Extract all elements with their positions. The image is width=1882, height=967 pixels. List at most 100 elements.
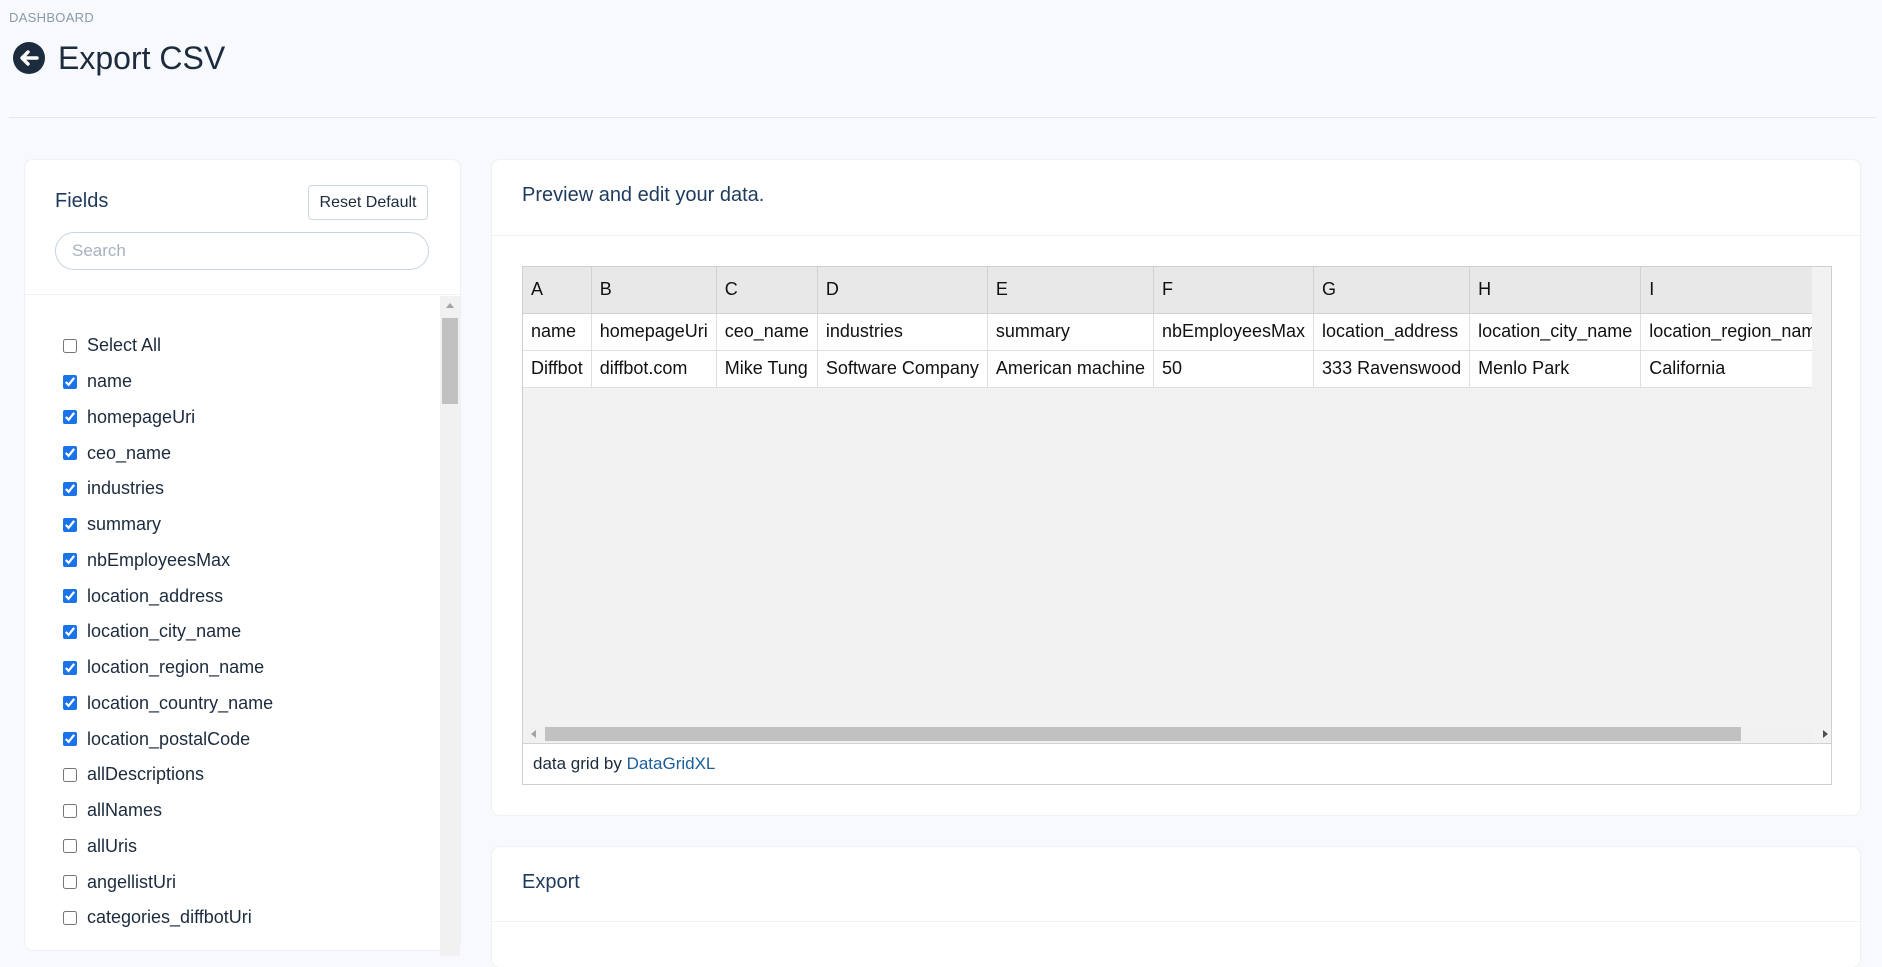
grid-cell[interactable]: California — [1640, 350, 1812, 388]
column-header[interactable]: H — [1469, 267, 1642, 314]
column-header[interactable]: F — [1153, 267, 1315, 314]
field-checkbox[interactable] — [63, 660, 77, 675]
field-checkbox[interactable] — [63, 481, 77, 496]
scrollbar-thumb[interactable] — [442, 318, 458, 404]
field-item[interactable]: location_postalCode — [62, 721, 442, 757]
fields-divider — [25, 294, 460, 295]
grid-cell[interactable]: location_region_name — [1640, 313, 1812, 351]
select-all-item[interactable]: Select All — [62, 328, 442, 364]
grid-viewport: ABCDEFGHIJ namehomepageUriceo_nameindust… — [523, 267, 1812, 725]
field-checkbox[interactable] — [63, 767, 77, 782]
field-label: ceo_name — [87, 442, 172, 463]
search-input[interactable] — [55, 232, 429, 270]
field-item[interactable]: allUris — [62, 829, 442, 865]
field-checkbox[interactable] — [63, 517, 77, 532]
field-label: homepageUri — [87, 406, 196, 427]
field-checkbox[interactable] — [63, 624, 77, 639]
page-title: Export CSV — [58, 40, 226, 76]
datagridxl-link[interactable]: DataGridXL — [627, 754, 716, 773]
grid-horizontal-scrollbar[interactable] — [523, 725, 1828, 743]
field-label: categories_diffbotUri — [87, 907, 252, 928]
field-item[interactable]: location_address — [62, 578, 442, 614]
field-checkbox[interactable] — [63, 446, 77, 461]
field-checkbox[interactable] — [63, 839, 77, 854]
field-checkbox[interactable] — [63, 553, 77, 568]
export-divider — [492, 921, 1860, 922]
select-all-checkbox[interactable] — [63, 338, 77, 353]
grid-cell[interactable]: American machine — [987, 350, 1154, 388]
field-item[interactable]: industries — [62, 471, 442, 507]
field-item[interactable]: categories_diffbotUri — [62, 900, 442, 936]
header-divider — [9, 117, 1876, 118]
field-item[interactable]: ceo_name — [62, 435, 442, 471]
column-header[interactable]: I — [1640, 267, 1812, 314]
scroll-left-icon[interactable] — [531, 730, 536, 738]
field-item[interactable]: angellistUri — [62, 864, 442, 900]
column-header[interactable]: C — [716, 267, 818, 314]
scroll-right-icon[interactable] — [1823, 730, 1828, 738]
grid-cell[interactable]: location_city_name — [1469, 313, 1642, 351]
field-label: location_city_name — [87, 621, 242, 642]
breadcrumb[interactable]: DASHBOARD — [9, 10, 94, 25]
field-item[interactable]: allDescriptions — [62, 757, 442, 793]
export-title: Export — [522, 871, 580, 893]
scroll-up-icon[interactable] — [446, 303, 454, 308]
grid-footer-text: data grid by — [533, 754, 627, 773]
back-arrow-icon[interactable] — [12, 41, 46, 75]
grid-cell[interactable]: diffbot.com — [591, 350, 717, 388]
field-checkbox[interactable] — [63, 696, 77, 711]
grid-cell[interactable]: summary — [987, 313, 1154, 351]
grid-cell[interactable]: 50 — [1153, 350, 1315, 388]
field-checkbox[interactable] — [63, 589, 77, 604]
grid-cell[interactable]: Menlo Park — [1469, 350, 1642, 388]
column-header[interactable]: E — [987, 267, 1154, 314]
column-header[interactable]: D — [817, 267, 988, 314]
grid-cell[interactable]: homepageUri — [591, 313, 717, 351]
field-checkbox[interactable] — [63, 410, 77, 425]
field-item[interactable]: allNames — [62, 793, 442, 829]
grid-cell[interactable]: location_address — [1313, 313, 1471, 351]
preview-title: Preview and edit your data. — [522, 184, 765, 206]
field-item[interactable]: summary — [62, 507, 442, 543]
grid-cell[interactable]: nbEmployeesMax — [1153, 313, 1315, 351]
page-header: Export CSV — [12, 38, 225, 78]
field-list: Select All name homepageUri ceo_nameindustr… — [62, 328, 442, 936]
grid-cell[interactable]: industries — [817, 313, 988, 351]
field-label: allUris — [87, 835, 138, 856]
field-checkbox[interactable] — [63, 875, 77, 890]
grid-cell[interactable]: Mike Tung — [716, 350, 818, 388]
field-item[interactable]: nbEmployeesMax — [62, 543, 442, 579]
scrollbar-thumb[interactable] — [545, 727, 1741, 741]
field-checkbox[interactable] — [63, 374, 77, 389]
grid-cell[interactable]: ceo_name — [716, 313, 818, 351]
grid-cell[interactable]: 333 Ravenswood — [1313, 350, 1471, 388]
field-label: location_address — [87, 585, 224, 606]
field-item[interactable]: location_city_name — [62, 614, 442, 650]
grid-cell[interactable]: name — [523, 313, 592, 351]
field-item[interactable]: name — [62, 364, 442, 400]
grid-body: name homepageUri ceo_name industries summary… — [523, 313, 1812, 388]
fields-title: Fields — [55, 190, 109, 212]
field-item[interactable]: homepageUri — [62, 400, 442, 436]
field-checkbox[interactable] — [63, 910, 77, 925]
grid-row: Diffbot diffbot.com Mike Tung Software Comp… — [523, 350, 1812, 388]
grid-cell[interactable]: Software Company — [817, 350, 988, 388]
preview-divider — [492, 235, 1860, 236]
field-label: summary — [87, 514, 162, 535]
preview-panel: Preview and edit your data. ABCDEFGHIJ n… — [492, 160, 1860, 815]
column-header[interactable]: A — [523, 267, 592, 314]
field-checkbox[interactable] — [63, 732, 77, 747]
field-item[interactable]: location_region_name — [62, 650, 442, 686]
grid-cell[interactable]: Diffbot — [523, 350, 592, 388]
fields-panel: Fields Reset Default Select All name homep… — [25, 160, 460, 956]
column-header[interactable]: G — [1313, 267, 1471, 314]
column-header[interactable]: B — [591, 267, 717, 314]
field-checkbox[interactable] — [63, 803, 77, 818]
field-list-scrollbar[interactable] — [440, 296, 460, 956]
field-label: location_country_name — [87, 692, 274, 713]
reset-default-button[interactable]: Reset Default — [308, 185, 428, 220]
grid-footer: data grid by DataGridXL — [523, 743, 1831, 784]
grid-row: name homepageUri ceo_name industries summary… — [523, 313, 1812, 351]
field-item[interactable]: location_country_name — [62, 686, 442, 722]
grid-header-row: ABCDEFGHIJ — [523, 267, 1812, 314]
